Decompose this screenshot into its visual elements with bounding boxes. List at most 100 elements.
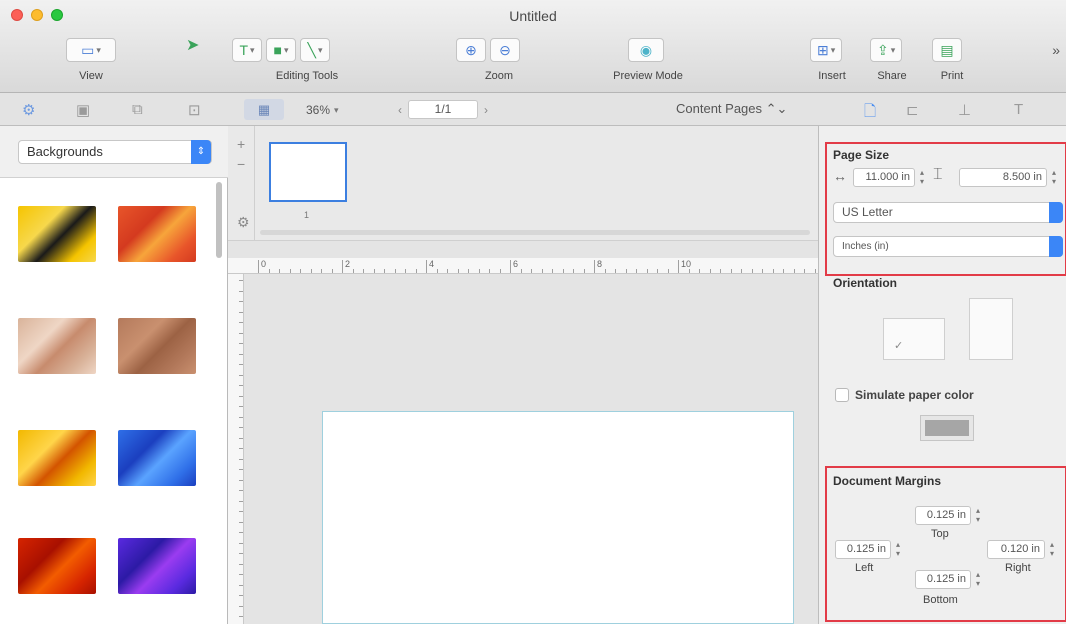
view-icon: ▭ xyxy=(81,42,95,58)
eye-icon: ◉ xyxy=(639,42,653,58)
paper-color-swatch[interactable] xyxy=(920,415,974,441)
editing-tools-label: Editing Tools xyxy=(275,70,339,82)
image-icon[interactable]: ▣ xyxy=(76,101,90,119)
ruler-minor-tick xyxy=(615,269,616,273)
library-icon[interactable]: ⊡ xyxy=(188,101,201,119)
layers-icon[interactable]: ⧉ xyxy=(132,101,143,118)
ruler-minor-tick xyxy=(239,574,243,575)
orientation-title: Orientation xyxy=(833,276,898,290)
shape-tool-button[interactable]: ■ ▾ xyxy=(266,38,296,62)
page-field[interactable]: 1/1 xyxy=(408,100,478,119)
ruler-minor-tick xyxy=(699,269,700,273)
rectangle-icon: ■ xyxy=(273,42,282,58)
document-icon[interactable]: 🗋 xyxy=(864,101,876,126)
ruler-minor-tick xyxy=(239,595,243,596)
print-label: Print xyxy=(940,70,964,82)
ruler-minor-tick xyxy=(563,269,564,273)
align-icon[interactable]: ⊏ xyxy=(906,101,919,119)
ruler-minor-tick xyxy=(239,501,243,502)
ruler-minor-tick xyxy=(239,406,243,407)
ruler-minor-tick xyxy=(426,269,427,273)
remove-page-icon[interactable]: − xyxy=(237,156,245,172)
zoom-select[interactable]: 36% ▾ xyxy=(306,100,376,120)
horizontal-ruler: 0 2 4 6 8 10 xyxy=(228,258,818,274)
line-tool-button[interactable]: ╲ ▾ xyxy=(300,38,330,62)
background-thumbnail-orange-stripes[interactable] xyxy=(118,206,196,262)
gear-icon[interactable]: ⚙ xyxy=(237,214,250,231)
page-thumbnail[interactable] xyxy=(269,142,347,202)
portrait-orientation-button[interactable] xyxy=(969,298,1013,360)
ruler-minor-tick xyxy=(239,616,243,617)
ruler-minor-tick xyxy=(239,448,243,449)
background-thumbnail-purple-galaxy[interactable] xyxy=(118,538,196,594)
scrollbar[interactable] xyxy=(216,182,222,258)
simulate-paper-color-checkbox[interactable] xyxy=(835,388,849,402)
ruler-label: 8 xyxy=(597,259,603,269)
add-page-icon[interactable]: + xyxy=(237,136,245,152)
library-header: Backgrounds ⇕ xyxy=(0,126,228,178)
category-dropdown[interactable]: Backgrounds ⇕ xyxy=(18,140,212,164)
ruler-minor-tick xyxy=(552,269,553,273)
more-chevron-icon[interactable]: » xyxy=(1052,42,1060,58)
previous-page-icon[interactable]: ‹ xyxy=(398,103,402,117)
checkmark-icon: ✓ xyxy=(894,340,904,352)
ruler-minor-tick xyxy=(479,269,480,273)
ruler-minor-tick xyxy=(605,269,606,273)
preview-mode-label: Preview Mode xyxy=(613,70,683,82)
ruler-minor-tick xyxy=(741,269,742,273)
vertical-ruler xyxy=(228,274,244,624)
chevron-down-icon: ▾ xyxy=(283,44,289,55)
ruler-minor-tick xyxy=(239,375,243,376)
inspector-panel: Page Size ↔ 11.000 in ▴ ▾ ⌶ 8.500 in ▴ ▾ U… xyxy=(818,126,1066,624)
ruler-minor-tick xyxy=(384,269,385,273)
document-page[interactable] xyxy=(322,411,794,624)
background-thumbnail-yellow-flowers[interactable] xyxy=(18,430,96,486)
ruler-label: 4 xyxy=(429,259,435,269)
background-thumbnail-brown-leather[interactable] xyxy=(118,318,196,374)
layout-view-button[interactable]: ▦ xyxy=(244,99,284,120)
ruler-minor-tick xyxy=(458,269,459,273)
settings-icon[interactable]: ⚙ xyxy=(22,101,35,119)
ruler-minor-tick xyxy=(239,343,243,344)
print-button[interactable]: ▤ xyxy=(932,38,962,62)
background-thumbnail-beige-texture[interactable] xyxy=(18,318,96,374)
navigator-scrollbar[interactable] xyxy=(260,230,810,235)
toolbar: Untitled ▭ ▾ View ➤ T ▾ ■ ▾ ╲ ▾ Editing Tool… xyxy=(0,0,1066,93)
next-page-icon[interactable]: › xyxy=(484,103,488,117)
chevron-down-icon: ▾ xyxy=(830,44,836,55)
background-thumbnail-red-orange-paint[interactable] xyxy=(18,538,96,594)
text-format-icon[interactable]: T xyxy=(1014,101,1023,118)
ruler-minor-tick xyxy=(239,511,243,512)
arrange-icon[interactable]: ⊥ xyxy=(958,101,971,119)
zoom-out-button[interactable]: ⊖ xyxy=(490,38,520,62)
view-control[interactable]: ▭ ▾ xyxy=(66,38,116,62)
ruler-minor-tick xyxy=(657,269,658,273)
ruler-minor-tick xyxy=(447,269,448,273)
view-label: View xyxy=(79,70,103,82)
page-navigator-strip: + − ⚙ 1 xyxy=(228,126,818,241)
ruler-minor-tick xyxy=(239,606,243,607)
ruler-minor-tick xyxy=(300,269,301,273)
ruler-minor-tick xyxy=(353,269,354,273)
ruler-minor-tick xyxy=(239,564,243,565)
background-thumbnail-yellow-abstract[interactable] xyxy=(18,206,96,262)
preview-mode-button[interactable]: ◉ xyxy=(628,38,664,62)
backgrounds-library: Backgrounds ⇕ xyxy=(0,126,228,624)
ruler-minor-tick xyxy=(531,269,532,273)
ruler-minor-tick xyxy=(626,269,627,273)
background-thumbnail-blue-watercolor[interactable] xyxy=(118,430,196,486)
content-pages-select[interactable]: Content Pages ⌃⌄ xyxy=(676,101,787,117)
insert-label: Insert xyxy=(818,70,846,82)
ruler-minor-tick xyxy=(542,269,543,273)
share-button[interactable]: ⇪ ▾ xyxy=(870,38,903,62)
ruler-minor-tick xyxy=(678,269,679,273)
ruler-minor-tick xyxy=(594,269,595,273)
zoom-in-button[interactable]: ⊕ xyxy=(456,38,486,62)
insert-button[interactable]: ⊞ ▾ xyxy=(810,38,843,62)
ruler-minor-tick xyxy=(269,269,270,273)
editing-tools-group: T ▾ ■ ▾ ╲ ▾ xyxy=(232,38,330,62)
text-tool-button[interactable]: T ▾ xyxy=(232,38,262,62)
select-tool-button[interactable]: ➤ xyxy=(186,38,199,54)
landscape-orientation-button[interactable]: ✓ xyxy=(883,318,945,360)
ruler-minor-tick xyxy=(668,269,669,273)
